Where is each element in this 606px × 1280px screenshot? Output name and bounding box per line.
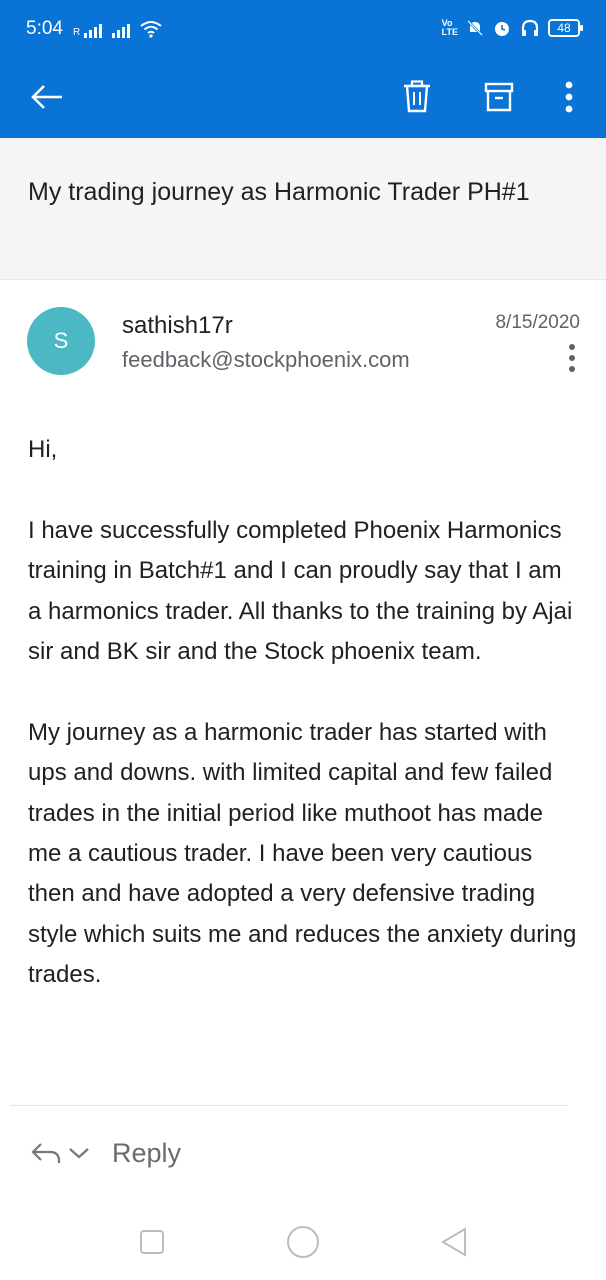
- reply-label: Reply: [112, 1137, 182, 1168]
- volte-icon: Vo LTE: [441, 18, 458, 37]
- signal-icon: R: [73, 18, 162, 38]
- app-bar: [0, 58, 606, 138]
- divider: [10, 1105, 568, 1106]
- home-circle-icon: [287, 1226, 319, 1258]
- message-more-button[interactable]: [558, 340, 586, 376]
- nav-back-button[interactable]: [434, 1222, 474, 1262]
- email-body: Hi, I have successfully completed Phoeni…: [28, 430, 578, 1036]
- recents-button[interactable]: [132, 1222, 172, 1262]
- body-paragraph-2: My journey as a harmonic trader has star…: [28, 718, 577, 989]
- recents-square-icon: [140, 1230, 164, 1254]
- system-nav-bar: [0, 1200, 606, 1280]
- headphones-icon: [521, 19, 539, 36]
- subject-header: My trading journey as Harmonic Trader PH…: [0, 138, 606, 280]
- more-options-button[interactable]: [544, 72, 594, 122]
- roaming-indicator: R: [73, 27, 81, 38]
- alarm-icon: [495, 22, 509, 36]
- email-date: 8/15/2020: [495, 312, 580, 333]
- status-bar: 5:04 R Vo LTE 48: [0, 0, 606, 58]
- more-vertical-icon: [565, 81, 573, 113]
- avatar[interactable]: S: [27, 307, 95, 375]
- body-paragraph-1: I have successfully completed Phoenix Ha…: [28, 516, 573, 666]
- battery-icon: 48: [548, 19, 583, 37]
- sender-email[interactable]: feedback@stockphoenix.com: [122, 347, 410, 373]
- sender-name[interactable]: sathish17r: [122, 312, 233, 340]
- archive-icon: [484, 82, 514, 112]
- email-subject: My trading journey as Harmonic Trader PH…: [28, 178, 530, 206]
- mute-bell-icon: [467, 20, 483, 36]
- back-arrow-icon: [31, 85, 62, 109]
- delete-icon: [404, 80, 430, 113]
- more-vertical-icon: [569, 344, 575, 350]
- body-greeting: Hi,: [28, 436, 58, 463]
- reply-button[interactable]: Reply: [30, 1130, 181, 1176]
- status-time: 5:04: [26, 18, 63, 39]
- delete-button[interactable]: [392, 72, 442, 122]
- wifi-icon: [140, 21, 162, 38]
- top-bar: 5:04 R Vo LTE 48: [0, 0, 606, 138]
- archive-button[interactable]: [474, 72, 524, 122]
- avatar-initial: S: [53, 328, 69, 353]
- back-triangle-icon: [441, 1227, 466, 1257]
- back-button[interactable]: [22, 72, 72, 122]
- reply-arrow-icon: [31, 1143, 61, 1163]
- status-right-icons: Vo LTE 48: [441, 18, 583, 38]
- home-button[interactable]: [283, 1222, 323, 1262]
- chevron-down-icon[interactable]: [68, 1146, 90, 1160]
